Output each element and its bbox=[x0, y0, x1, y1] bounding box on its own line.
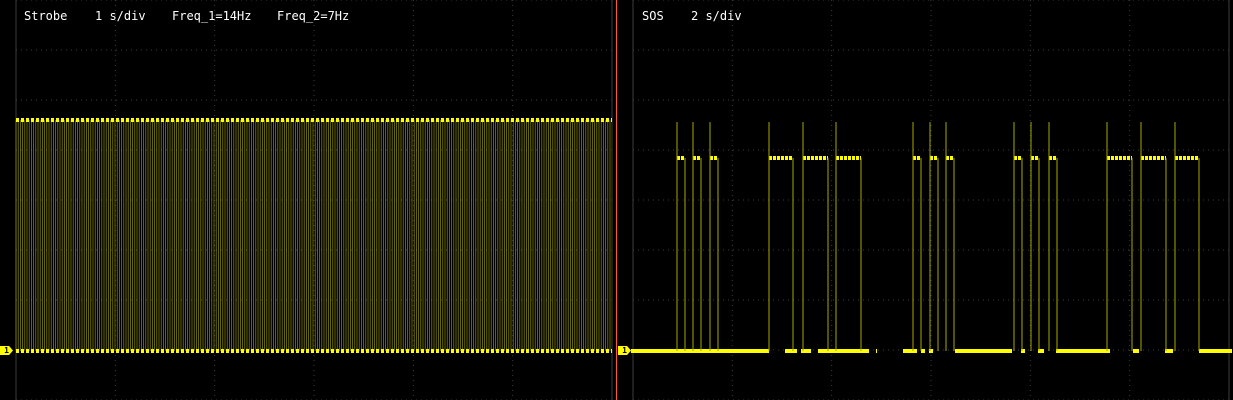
mode-label: Strobe bbox=[24, 9, 68, 23]
strobe-panel: Strobe 1 s/div Freq_1=14Hz Freq_2=7Hz 1 bbox=[0, 0, 617, 400]
mode-label: SOS bbox=[642, 9, 664, 23]
timebase-label: 2 s/div bbox=[691, 9, 742, 23]
strobe-transitions bbox=[15, 120, 611, 351]
sos-panel-header: SOS 2 s/div bbox=[617, 9, 1233, 27]
sos-panel: SOS 2 s/div 1 bbox=[617, 0, 1233, 400]
sos-waveform-display bbox=[631, 0, 1232, 400]
graticule bbox=[15, 0, 613, 400]
freq-2-label: Freq_2=7Hz bbox=[277, 9, 350, 23]
strobe-panel-header: Strobe 1 s/div Freq_1=14Hz Freq_2=7Hz bbox=[0, 9, 617, 27]
strobe-waveform-display bbox=[15, 0, 613, 400]
oscilloscope-screen: Strobe 1 s/div Freq_1=14Hz Freq_2=7Hz 1 … bbox=[0, 0, 1233, 400]
freq-1-label: Freq_1=14Hz bbox=[172, 9, 252, 23]
graticule bbox=[632, 0, 1230, 400]
timebase-label: 1 s/div bbox=[95, 9, 146, 23]
